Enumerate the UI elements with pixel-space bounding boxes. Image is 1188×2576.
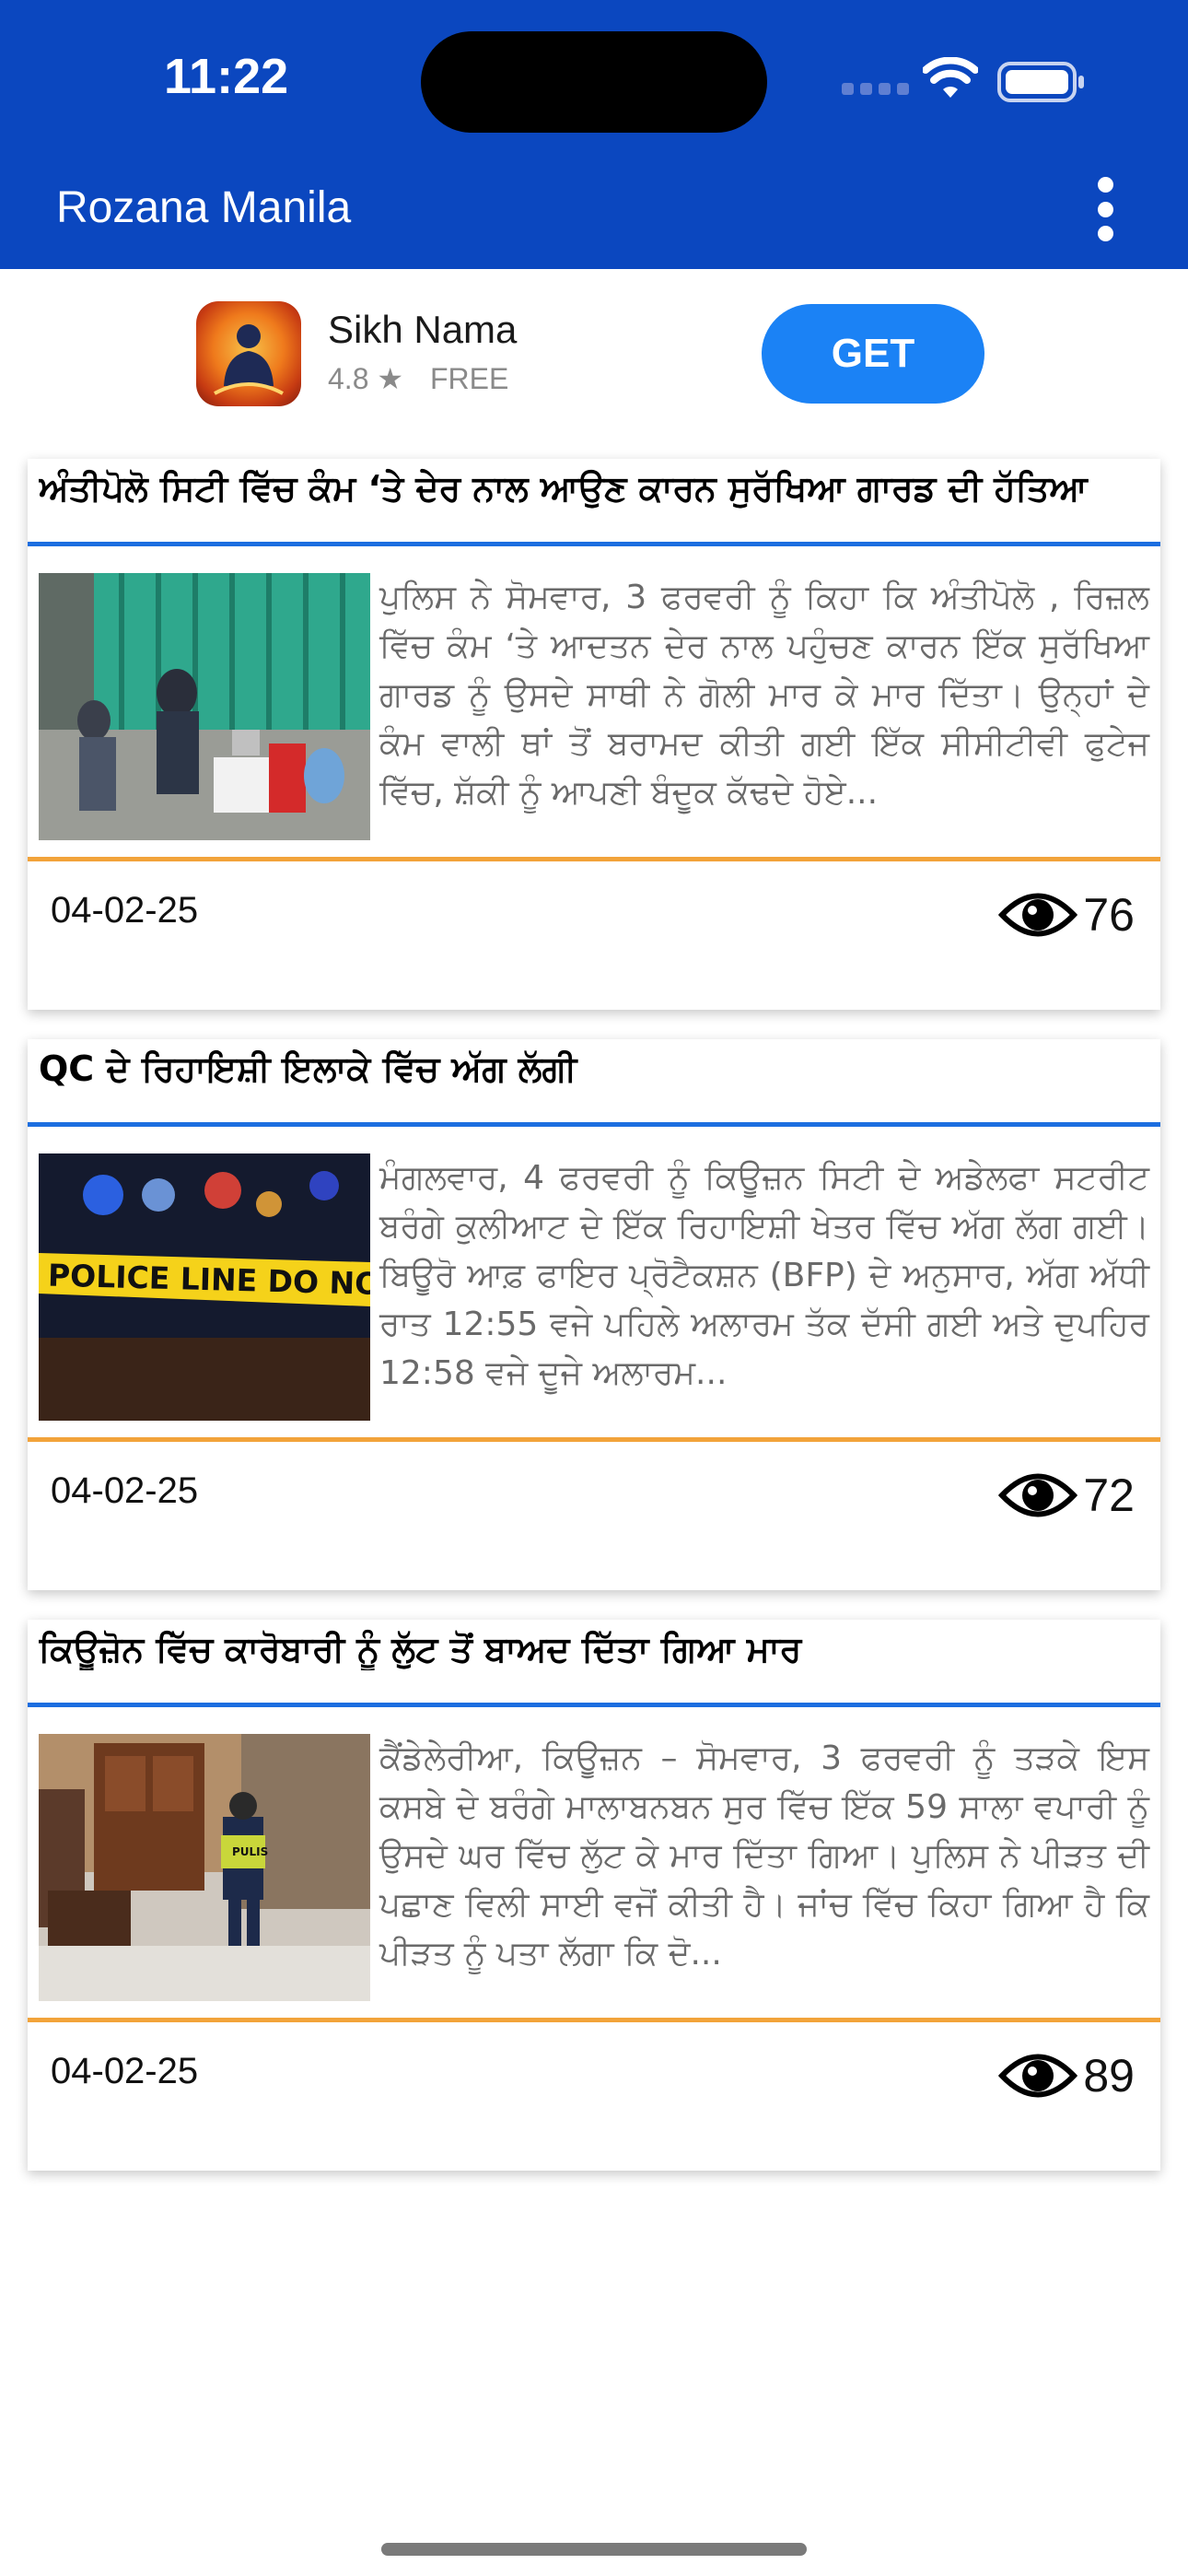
eye-icon: [998, 1473, 1078, 1517]
article-card[interactable]: ਅੰਤੀਪੋਲੋ ਸਿਟੀ ਵਿੱਚ ਕੰਮ ‘ਤੇ ਦੇਰ ਨਾਲ ਆਉਣ ਕ…: [28, 459, 1160, 1010]
more-options-button[interactable]: [1085, 177, 1125, 241]
article-thumbnail[interactable]: PULIS: [39, 1734, 370, 2001]
article-excerpt: ਪੁਲਿਸ ਨੇ ਸੋਮਵਾਰ, 3 ਫਰਵਰੀ ਨੂੰ ਕਿਹਾ ਕਿ ਅੰਤ…: [379, 579, 1149, 812]
article-card[interactable]: ਕਿਊਜ਼ੋਨ ਵਿੱਚ ਕਾਰੋਬਾਰੀ ਨੂੰ ਲੁੱਟ ਤੋਂ ਬਾਅਦ …: [28, 1620, 1160, 2171]
vest-text: PULIS: [232, 1845, 268, 1858]
ad-price: FREE: [429, 362, 509, 395]
article-title[interactable]: ਅੰਤੀਪੋਲੋ ਸਿਟੀ ਵਿੱਚ ਕੰਮ ‘ਤੇ ਦੇਰ ਨਾਲ ਆਉਣ ਕ…: [39, 468, 1149, 509]
title-divider: [28, 1122, 1160, 1127]
view-counter: 76: [998, 884, 1135, 945]
get-button[interactable]: GET: [762, 304, 984, 404]
cellular-signal-icon: [842, 81, 915, 99]
article-title[interactable]: QC ਦੇ ਰਿਹਾਇਸ਼ੀ ਇਲਾਕੇ ਵਿੱਚ ਅੱਗ ਲੱਗੀ: [39, 1048, 1149, 1090]
footer-divider: [28, 2018, 1160, 2022]
status-bar-time: 11:22: [164, 49, 289, 104]
star-icon: ★: [377, 362, 404, 395]
view-count: 89: [1083, 2050, 1135, 2102]
article-thumbnail[interactable]: [39, 573, 370, 840]
ad-app-name: Sikh Nama: [328, 308, 518, 351]
article-title[interactable]: ਕਿਊਜ਼ੋਨ ਵਿੱਚ ਕਾਰੋਬਾਰੀ ਨੂੰ ਲੁੱਟ ਤੋਂ ਬਾਅਦ …: [39, 1629, 1149, 1670]
eye-icon: [998, 893, 1078, 937]
article-date: 04-02-25: [51, 890, 199, 931]
more-vertical-icon: [1097, 177, 1113, 193]
battery-icon: [997, 62, 1084, 102]
view-count: 72: [1083, 1469, 1135, 1521]
footer-divider: [28, 1437, 1160, 1442]
article-excerpt: ਮੰਗਲਵਾਰ, 4 ਫਰਵਰੀ ਨੂੰ ਕਿਊਜ਼ਨ ਸਿਟੀ ਦੇ ਅਡੇਲ…: [379, 1159, 1149, 1392]
title-divider: [28, 1703, 1160, 1707]
article-excerpt: ਕੈਂਡੇਲੇਰੀਆ, ਕਿਊਜ਼ਨ – ਸੋਮਵਾਰ, 3 ਫਰਵਰੀ ਨੂੰ…: [379, 1739, 1149, 1973]
dynamic-island: [421, 31, 767, 133]
article-card[interactable]: QC ਦੇ ਰਿਹਾਇਸ਼ੀ ਇਲਾਕੇ ਵਿੱਚ ਅੱਗ ਲੱਗੀ POLIC…: [28, 1039, 1160, 1590]
view-count: 76: [1083, 889, 1135, 941]
home-indicator[interactable]: [381, 2543, 807, 2556]
view-counter: 89: [998, 2045, 1135, 2106]
view-counter: 72: [998, 1465, 1135, 1526]
title-divider: [28, 542, 1160, 546]
article-date: 04-02-25: [51, 2051, 199, 2091]
footer-divider: [28, 857, 1160, 861]
app-header: 11:22 Rozana Manila: [0, 0, 1188, 269]
wifi-icon: [923, 57, 978, 98]
ad-banner[interactable]: Sikh Nama 4.8 ★ FREE GET: [0, 269, 1188, 453]
article-thumbnail[interactable]: POLICE LINE DO NOT CROSS: [39, 1153, 370, 1421]
app-title: Rozana Manila: [56, 183, 352, 232]
ad-rating-row: 4.8 ★ FREE: [328, 361, 508, 396]
sikh-nama-app-icon: [196, 301, 301, 406]
eye-icon: [998, 2054, 1078, 2098]
article-date: 04-02-25: [51, 1470, 199, 1511]
ad-rating-value: 4.8: [328, 362, 369, 395]
